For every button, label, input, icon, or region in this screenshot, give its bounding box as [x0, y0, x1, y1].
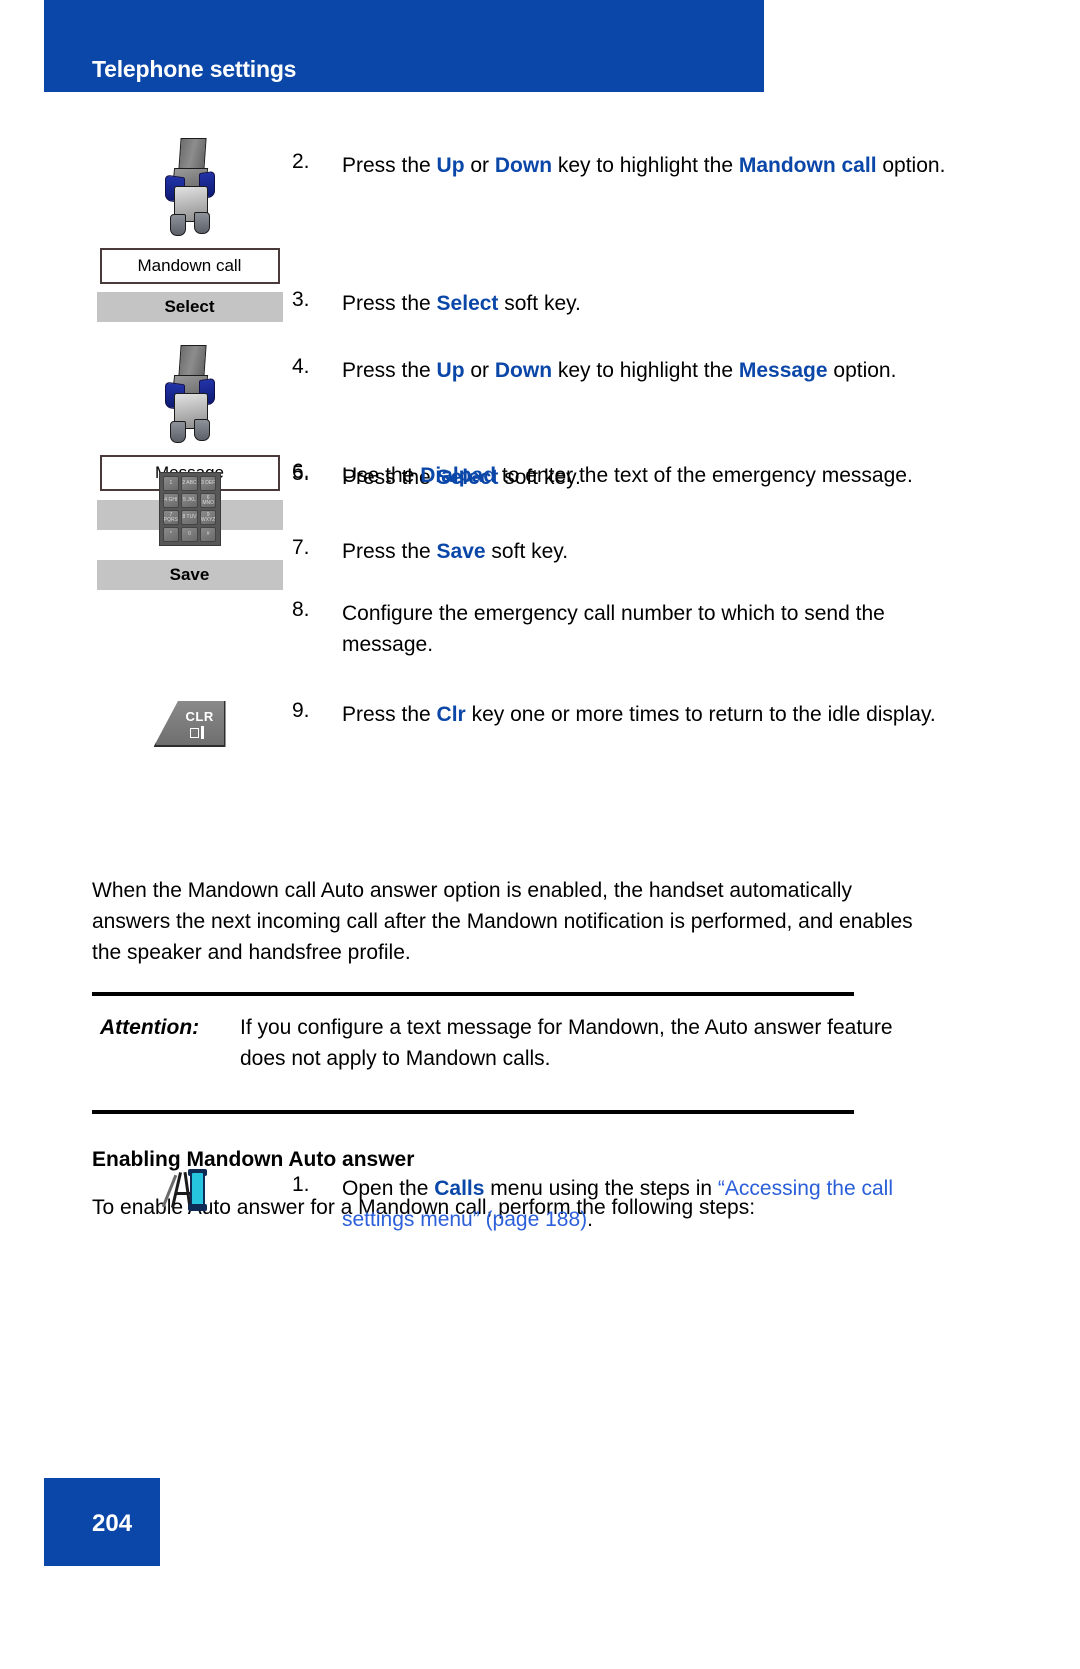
step-9: 9. Press the Clr key one or more times t… [292, 699, 952, 730]
step-6: 6. Use the Dialpad to enter the text of … [292, 460, 952, 491]
keyword-calls: Calls [434, 1177, 485, 1200]
softkey-label: Save [169, 565, 210, 584]
dialpad-key: # [199, 527, 217, 542]
step-3: 3. Press the Select soft key. [292, 288, 952, 319]
attention-rule-top [92, 992, 854, 996]
art-clr-key: CLR [92, 697, 287, 747]
clr-key-glyph-icon [189, 726, 207, 740]
dialpad-key: 5 JKL [181, 493, 198, 508]
step-text-pre: Press the [342, 154, 437, 177]
step-4: 4. Press the Up or Down key to highlight… [292, 355, 952, 386]
step-text: Press the Up or Down key to highlight th… [342, 355, 952, 386]
art-dialpad: 1 2 ABC 3 DEF 4 GHI 5 JKL 6 MNO 7 PQRS 8… [92, 472, 287, 590]
step-text: Open the Calls menu using the steps in “… [342, 1173, 952, 1235]
dialpad-key: 3 DEF [199, 476, 217, 491]
dialpad-key: 8 TUV [181, 510, 198, 525]
dialpad-key: 4 GHI [162, 493, 180, 508]
art-navkey-mandown: Mandown call Select [92, 138, 287, 322]
keyword-mandown-call: Mandown call [738, 154, 877, 177]
step-text-mid2: key to highlight the [552, 359, 739, 382]
handset-icon [161, 1168, 214, 1212]
step-number: 8. [292, 598, 310, 621]
keyword-dialpad: Dialpad [420, 464, 497, 487]
attention-rule-bottom [92, 1110, 854, 1114]
step-text-post: soft key. [485, 540, 569, 563]
keyword-up: Up [436, 154, 465, 177]
step-1-enabling: 1. Open the Calls menu using the steps i… [292, 1173, 952, 1235]
step-text-post: to enter the text of the emergency messa… [496, 464, 913, 487]
step-text-post: key one or more times to return to the i… [465, 703, 936, 726]
step-number: 7. [292, 536, 310, 559]
display-option-mandown-call: Mandown call [99, 248, 280, 284]
step-text-mid2: key to highlight the [552, 154, 739, 177]
dialpad-key: 0 [181, 527, 198, 542]
step-number: 6. [292, 460, 310, 483]
keyword-up: Up [436, 359, 465, 382]
step-text-pre: Press the [342, 292, 437, 315]
softkey-select-1[interactable]: Select [96, 292, 283, 322]
clr-key-icon: CLR [153, 697, 226, 747]
step-text: Use the Dialpad to enter the text of the… [342, 460, 952, 491]
step-text: Press the Up or Down key to highlight th… [342, 150, 952, 181]
body-paragraph-1: When the Mandown call Auto answer option… [92, 879, 913, 964]
step-text: Press the Select soft key. [342, 288, 952, 319]
step-number: 4. [292, 355, 310, 378]
step-text-post: option. [876, 154, 946, 177]
step-2: 2. Press the Up or Down key to highlight… [292, 150, 952, 181]
step-text: Press the Save soft key. [342, 536, 952, 567]
dialpad-key: 1 [162, 476, 180, 491]
dialpad-key: 2 ABC [181, 476, 198, 491]
keyword-down: Down [494, 154, 553, 177]
step-text-post: soft key. [498, 292, 581, 315]
step-8: 8. Configure the emergency call number t… [292, 598, 952, 660]
display-option-label: Mandown call [137, 256, 242, 275]
keyword-select: Select [436, 292, 499, 315]
dialpad-key: * [162, 527, 180, 542]
softkey-label: Select [164, 297, 215, 316]
step-text-pre: Use the [342, 464, 421, 487]
step-number: 3. [292, 288, 310, 311]
step-text-post: option. [827, 359, 897, 382]
dialpad-icon: 1 2 ABC 3 DEF 4 GHI 5 JKL 6 MNO 7 PQRS 8… [158, 472, 221, 546]
step-text-post: . [587, 1208, 593, 1231]
navigation-key-icon [163, 138, 217, 242]
step-text-pre: Open the [342, 1177, 435, 1200]
keyword-message: Message [738, 359, 828, 382]
step-text-pre: Press the [342, 703, 437, 726]
step-text-pre: Press the [342, 359, 437, 382]
step-text-pre: Press the [342, 540, 437, 563]
step-text-mid1: menu using the steps in [484, 1177, 718, 1200]
page-title: Telephone settings [92, 56, 297, 82]
step-number: 2. [292, 150, 310, 173]
softkey-save[interactable]: Save [96, 560, 283, 590]
clr-key-label: CLR [185, 709, 214, 724]
keyword-clr: Clr [436, 703, 466, 726]
dialpad-key: 9 WXYZ [199, 510, 217, 525]
step-text-mid1: or [464, 359, 495, 382]
step-7: 7. Press the Save soft key. [292, 536, 952, 567]
navigation-key-icon [163, 345, 217, 449]
keyword-down: Down [494, 359, 553, 382]
dialpad-key: 7 PQRS [162, 510, 180, 525]
attention-block: Attention: If you configure a text messa… [100, 1012, 900, 1074]
attention-text: If you configure a text message for Mand… [240, 1016, 893, 1070]
page-spine [0, 0, 44, 1669]
attention-label: Attention: [100, 1016, 200, 1039]
keyword-save: Save [436, 540, 486, 563]
page-number: 204 [92, 1510, 133, 1537]
step-number: 9. [292, 699, 310, 722]
step-number: 1. [292, 1173, 310, 1196]
step-text: Press the Clr key one or more times to r… [342, 699, 952, 730]
step-text: Configure the emergency call number to w… [342, 602, 885, 656]
document-page: Telephone settings Mandown call Select 2… [0, 0, 1080, 1669]
art-calls-handset [92, 1168, 287, 1212]
dialpad-key: 6 MNO [199, 493, 217, 508]
step-text-mid1: or [464, 154, 495, 177]
